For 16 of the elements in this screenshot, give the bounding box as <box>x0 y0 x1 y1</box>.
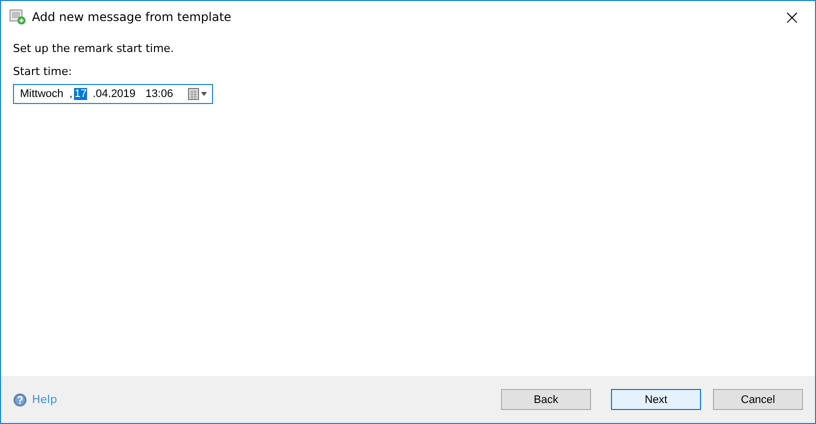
date-segment[interactable]: , <box>69 88 72 100</box>
instruction-text: Set up the remark start time. <box>13 42 174 55</box>
date-time-picker[interactable]: Mittwoch , 17 .04.2019 13:06 <box>13 84 213 104</box>
dialog-button[interactable]: Back <box>501 389 591 410</box>
dialog-button[interactable]: Cancel <box>713 389 803 410</box>
window-title: Add new message from template <box>32 10 232 24</box>
date-segment[interactable]: 13:06 <box>146 88 174 100</box>
date-segment[interactable]: 17 <box>74 88 87 100</box>
close-button[interactable]: × <box>769 1 815 32</box>
document-add-icon <box>9 8 26 25</box>
date-segment[interactable]: .04.2019 <box>92 88 136 100</box>
dialog-button[interactable]: Next <box>611 389 701 410</box>
start-time-label: Start time: <box>13 65 72 78</box>
calendar-dropdown-icon[interactable] <box>188 88 208 100</box>
help-icon <box>13 392 27 406</box>
date-segment[interactable]: Mittwoch <box>20 88 64 100</box>
